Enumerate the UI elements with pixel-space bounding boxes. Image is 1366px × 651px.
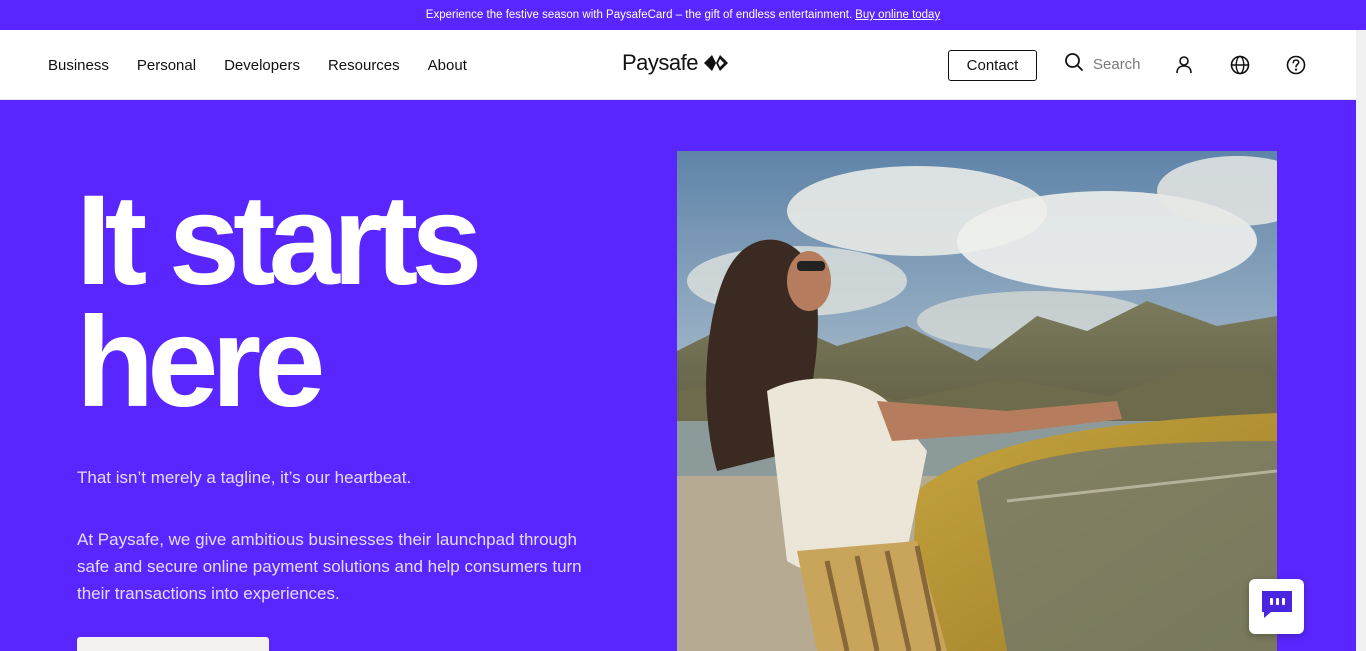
main-nav: Business Personal Developers Resources A… <box>48 30 467 100</box>
nav-item-business[interactable]: Business <box>48 57 109 74</box>
search-field[interactable]: Search <box>1064 52 1141 77</box>
contact-button[interactable]: Contact <box>948 50 1037 81</box>
help-icon[interactable] <box>1286 55 1306 75</box>
hero-title-line-1: It starts <box>76 169 482 312</box>
promo-link[interactable]: Buy online today <box>855 9 940 21</box>
user-icon[interactable] <box>1174 55 1194 75</box>
hero-description: At Paysafe, we give ambitious businesses… <box>77 530 582 603</box>
search-placeholder: Search <box>1093 56 1141 73</box>
promo-banner: Experience the festive season with Paysa… <box>0 0 1366 30</box>
hero-image <box>677 151 1277 651</box>
hero-title: It starts here <box>76 169 482 434</box>
nav-item-about[interactable]: About <box>428 57 467 74</box>
paysafe-diamond-arrows-icon <box>704 54 732 72</box>
page-scrollbar[interactable] <box>1356 30 1366 651</box>
promo-text: Experience the festive season with Paysa… <box>425 9 853 21</box>
paysafe-logo[interactable]: Paysafe <box>622 50 732 76</box>
site-header: Business Personal Developers Resources A… <box>0 30 1356 100</box>
hero-cta-button[interactable] <box>77 637 269 651</box>
hero-tagline: That isn’t merely a tagline, it’s our he… <box>77 468 412 487</box>
nav-item-resources[interactable]: Resources <box>328 57 400 74</box>
search-icon <box>1064 52 1084 77</box>
logo-text: Paysafe <box>622 50 699 75</box>
chat-bubble-icon <box>1259 588 1295 625</box>
nav-item-personal[interactable]: Personal <box>137 57 196 74</box>
hero-title-line-2: here <box>76 291 325 434</box>
chat-widget-button[interactable] <box>1249 579 1304 634</box>
nav-item-developers[interactable]: Developers <box>224 57 300 74</box>
globe-icon[interactable] <box>1230 55 1250 75</box>
